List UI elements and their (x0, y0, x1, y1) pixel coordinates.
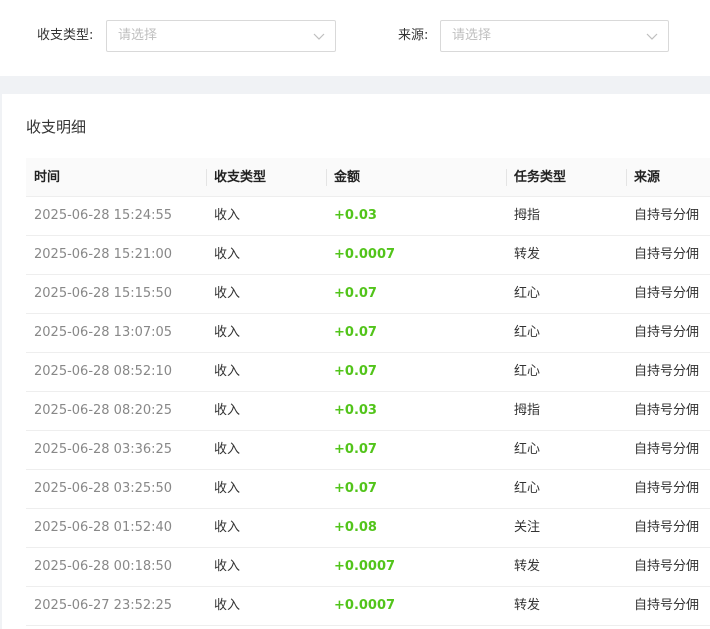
table-header: 时间 收支类型 金额 任务类型 来源 (26, 158, 710, 197)
source-select[interactable]: 请选择 (440, 20, 669, 52)
source-select-placeholder: 请选择 (452, 28, 492, 43)
cell-type: 收入 (214, 286, 241, 301)
cell-task-type: 红心 (514, 442, 541, 457)
cell-task-type: 转发 (514, 598, 541, 613)
cell-time: 2025-06-28 01:52:40 (34, 520, 173, 535)
cell-source: 自持号分佣 (634, 208, 700, 223)
table-row: 2025-06-28 01:52:40 收入 +0.08 关注 自持号分佣 (26, 509, 710, 548)
table-row: 2025-06-28 15:21:00 收入 +0.0007 转发 自持号分佣 (26, 236, 710, 275)
table-row: 2025-06-27 23:52:25 收入 +0.0007 转发 自持号分佣 (26, 587, 710, 626)
cell-task-type: 红心 (514, 325, 541, 340)
cell-time: 2025-06-28 00:18:50 (34, 559, 173, 574)
cell-amount: +0.0007 (334, 247, 396, 262)
column-header-amount: 金额 (334, 170, 361, 185)
cell-task-type: 红心 (514, 286, 541, 301)
column-header-time: 时间 (34, 170, 61, 185)
cell-type: 收入 (214, 598, 241, 613)
cell-type: 收入 (214, 442, 241, 457)
details-table: 时间 收支类型 金额 任务类型 来源 2025-06-28 15:24:55 收入… (26, 158, 710, 626)
cell-time: 2025-06-28 03:25:50 (34, 481, 173, 496)
cell-type: 收入 (214, 559, 241, 574)
column-header-type: 收支类型 (214, 170, 267, 185)
chevron-down-icon (313, 33, 325, 40)
cell-amount: +0.07 (334, 442, 377, 457)
cell-task-type: 转发 (514, 247, 541, 262)
cell-type: 收入 (214, 247, 241, 262)
table-row: 2025-06-28 03:25:50 收入 +0.07 红心 自持号分佣 (26, 470, 710, 509)
table-row: 2025-06-28 13:07:05 收入 +0.07 红心 自持号分佣 (26, 314, 710, 353)
cell-time: 2025-06-28 13:07:05 (34, 325, 173, 340)
filter-bar: 收支类型: 请选择 来源: 请选择 (0, 0, 710, 76)
cell-type: 收入 (214, 481, 241, 496)
cell-source: 自持号分佣 (634, 559, 700, 574)
table-body: 2025-06-28 15:24:55 收入 +0.03 拇指 自持号分佣 2025-06… (26, 197, 710, 626)
cell-amount: +0.07 (334, 481, 377, 496)
cell-time: 2025-06-28 03:36:25 (34, 442, 173, 457)
cell-type: 收入 (214, 520, 241, 535)
table-row: 2025-06-28 00:18:50 收入 +0.0007 转发 自持号分佣 (26, 548, 710, 587)
cell-amount: +0.03 (334, 208, 377, 223)
cell-type: 收入 (214, 208, 241, 223)
cell-task-type: 转发 (514, 559, 541, 574)
column-header-source: 来源 (634, 170, 661, 185)
column-header-task-type: 任务类型 (514, 170, 567, 185)
cell-time: 2025-06-28 15:21:00 (34, 247, 173, 262)
cell-amount: +0.0007 (334, 598, 396, 613)
type-filter-label: 收支类型: (37, 28, 94, 43)
cell-time: 2025-06-27 23:52:25 (34, 598, 173, 613)
cell-amount: +0.0007 (334, 559, 396, 574)
cell-time: 2025-06-28 15:15:50 (34, 286, 173, 301)
cell-source: 自持号分佣 (634, 325, 700, 340)
table-row: 2025-06-28 03:36:25 收入 +0.07 红心 自持号分佣 (26, 431, 710, 470)
cell-amount: +0.03 (334, 403, 377, 418)
table-row: 2025-06-28 08:52:10 收入 +0.07 红心 自持号分佣 (26, 353, 710, 392)
cell-source: 自持号分佣 (634, 247, 700, 262)
cell-task-type: 关注 (514, 520, 541, 535)
cell-time: 2025-06-28 08:20:25 (34, 403, 173, 418)
cell-amount: +0.07 (334, 286, 377, 301)
panel-title: 收支明细 (26, 118, 87, 136)
cell-type: 收入 (214, 325, 241, 340)
cell-time: 2025-06-28 15:24:55 (34, 208, 173, 223)
table-row: 2025-06-28 15:24:55 收入 +0.03 拇指 自持号分佣 (26, 197, 710, 236)
cell-source: 自持号分佣 (634, 403, 700, 418)
cell-source: 自持号分佣 (634, 598, 700, 613)
table-row: 2025-06-28 15:15:50 收入 +0.07 红心 自持号分佣 (26, 275, 710, 314)
chevron-down-icon (646, 33, 658, 40)
cell-task-type: 拇指 (514, 208, 541, 223)
cell-source: 自持号分佣 (634, 442, 700, 457)
cell-type: 收入 (214, 403, 241, 418)
cell-task-type: 红心 (514, 481, 541, 496)
cell-source: 自持号分佣 (634, 481, 700, 496)
cell-task-type: 拇指 (514, 403, 541, 418)
type-select[interactable]: 请选择 (106, 20, 336, 52)
cell-amount: +0.07 (334, 325, 377, 340)
table-row: 2025-06-28 08:20:25 收入 +0.03 拇指 自持号分佣 (26, 392, 710, 431)
cell-time: 2025-06-28 08:52:10 (34, 364, 173, 379)
source-filter-label: 来源: (398, 28, 429, 43)
cell-amount: +0.07 (334, 364, 377, 379)
details-panel: 收支明细 时间 收支类型 金额 任务类型 来源 2025-06-28 15:24… (2, 94, 710, 629)
cell-source: 自持号分佣 (634, 520, 700, 535)
cell-source: 自持号分佣 (634, 286, 700, 301)
cell-task-type: 红心 (514, 364, 541, 379)
type-select-placeholder: 请选择 (118, 28, 158, 43)
cell-amount: +0.08 (334, 520, 377, 535)
cell-type: 收入 (214, 364, 241, 379)
cell-source: 自持号分佣 (634, 364, 700, 379)
